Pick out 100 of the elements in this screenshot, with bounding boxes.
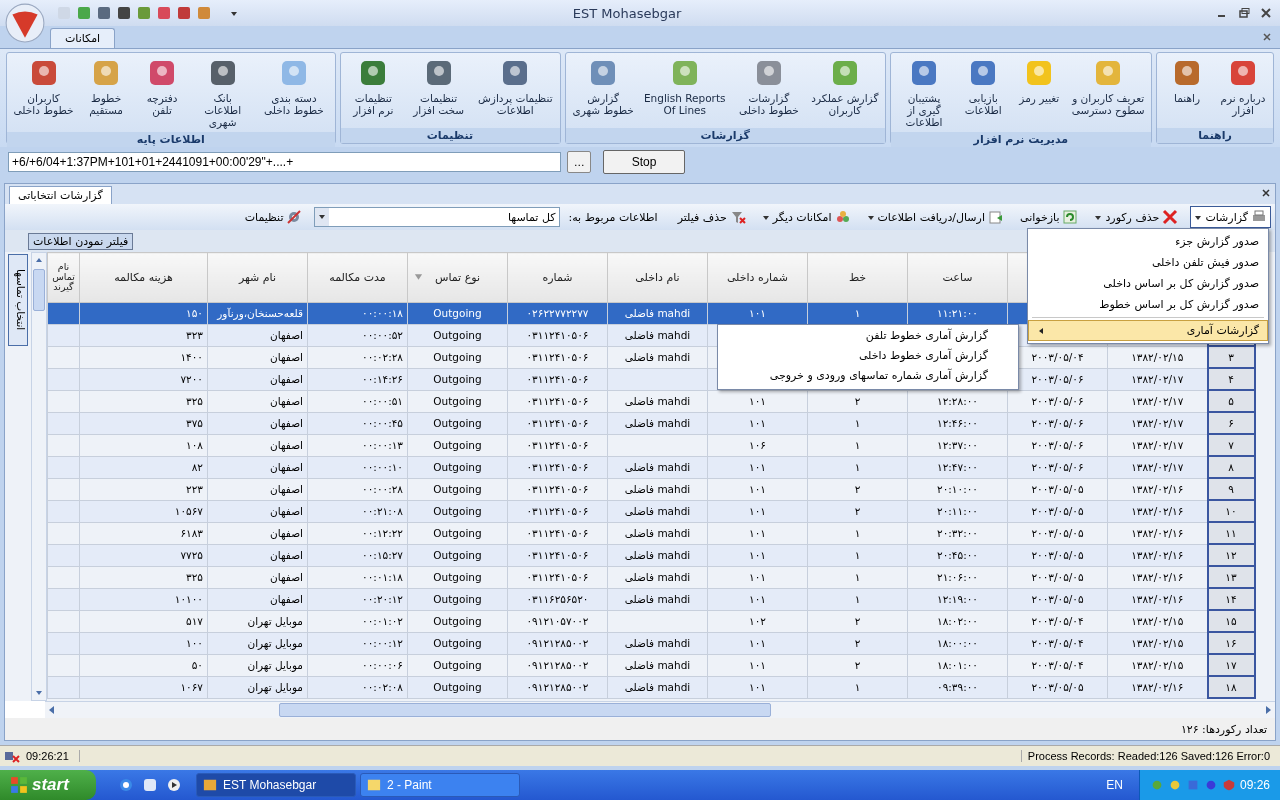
close-icon[interactable] xyxy=(1261,188,1271,198)
scope-label: اطلاعات مربوط به: xyxy=(568,210,658,224)
row-number[interactable]: ۷ xyxy=(1207,434,1255,456)
command-field[interactable]: +6/+6/04+1:37PM+101+01+2441091+00:00'29"+....+ xyxy=(8,152,561,172)
ribbon-button[interactable]: گزارش خطوط شهری xyxy=(567,55,639,126)
ribbon-button[interactable]: پشتیبان گیری از اطلاعات xyxy=(892,55,956,131)
stop-button[interactable]: Stop xyxy=(603,150,685,174)
column-header[interactable]: نام داخلی xyxy=(607,252,708,302)
row-number[interactable]: ۱۷ xyxy=(1207,654,1255,676)
table-cell: اصفهان xyxy=(207,390,308,412)
column-header[interactable]: خط xyxy=(807,252,908,302)
table-cell: ۳۲۳ xyxy=(79,324,208,346)
ribbon-button[interactable]: گزارشات خطوط داخلی xyxy=(730,55,807,126)
table-cell: ۱۰۱ xyxy=(707,412,808,434)
row-number[interactable]: ۱۰ xyxy=(1207,500,1255,522)
ribbon-tab[interactable]: امکانات xyxy=(50,28,116,48)
media-icon[interactable] xyxy=(166,777,182,793)
ribbon-button[interactable]: دفترچه تلفن xyxy=(134,55,191,131)
column-header[interactable]: نام تماس گیرند xyxy=(47,252,80,302)
ribbon-button[interactable]: تعریف کاربران و سطوح دسترسی xyxy=(1067,55,1149,131)
menu-item[interactable]: گزارش آماری خطوط تلفن xyxy=(718,327,1018,347)
ribbon-button[interactable]: درباره نرم افزار xyxy=(1215,55,1271,126)
ribbon-button[interactable]: English Reports Of Lines xyxy=(638,55,731,126)
document-tab[interactable]: گزارشات انتخاباتی xyxy=(9,186,112,204)
toolbar-icon[interactable] xyxy=(176,5,192,21)
toolbar-icon[interactable] xyxy=(116,5,132,21)
filter-button[interactable]: فیلتر نمودن اطلاعات xyxy=(28,232,134,250)
table-cell: mahdi فاضلی xyxy=(607,456,708,478)
row-number[interactable]: ۱۸ xyxy=(1207,676,1255,698)
menu-item[interactable]: صدور گزارش جزء xyxy=(1028,231,1268,252)
scrollbar-thumb[interactable] xyxy=(279,703,771,717)
row-number[interactable]: ۵ xyxy=(1207,390,1255,412)
ribbon-button[interactable]: کاربران خطوط داخلی xyxy=(9,55,79,131)
table-cell xyxy=(47,324,80,346)
table-cell: ۲ xyxy=(807,478,908,500)
more-options-button[interactable]: امکانات دیگر xyxy=(757,206,855,228)
row-number[interactable]: ۹ xyxy=(1207,478,1255,500)
ribbon-button[interactable]: بانک اطلاعات شهری xyxy=(190,55,256,131)
column-header[interactable]: شماره داخلی xyxy=(707,252,808,302)
menu-item[interactable]: گزارشات آماری xyxy=(1028,320,1268,341)
reload-button[interactable]: بازخوانی xyxy=(1015,206,1083,228)
settings-button[interactable]: تنظیمات xyxy=(240,206,307,228)
table-cell: ۱۲:۱۹:۰۰ xyxy=(907,588,1008,610)
caret-icon xyxy=(1194,213,1203,221)
menu-item[interactable]: صدور گزارش کل بر اساس داخلی xyxy=(1028,273,1268,294)
table-cell: ۲۰:۴۵:۰۰ xyxy=(907,544,1008,566)
row-number[interactable]: ۱۳ xyxy=(1207,566,1255,588)
delete-record-button[interactable]: حذف رکورد xyxy=(1090,206,1183,228)
group-title: راهنما xyxy=(1157,128,1273,143)
toolbar-icon[interactable] xyxy=(156,5,172,21)
scrollbar-thumb[interactable] xyxy=(33,269,45,311)
row-number[interactable]: ۱۵ xyxy=(1207,610,1255,632)
window-icon xyxy=(367,778,381,792)
close-icon[interactable] xyxy=(1262,32,1272,42)
send-receive-button[interactable]: ارسال/دریافت اطلاعات xyxy=(862,206,1008,228)
ribbon-button[interactable]: تنظیمات نرم افزار xyxy=(342,55,405,126)
column-header[interactable]: هزینه مکالمه xyxy=(79,252,208,302)
remove-filter-button[interactable]: حذف فیلتر xyxy=(673,206,750,228)
language-indicator[interactable]: EN xyxy=(1090,778,1139,792)
app-icon[interactable] xyxy=(142,777,158,793)
table-cell: ۱۳۸۲/۰۲/۱۶ xyxy=(1107,566,1208,588)
ribbon-button[interactable]: تنظیمات پردازش اطلاعات xyxy=(473,55,558,126)
menu-item[interactable]: صدور گزارش کل بر اساس خطوط xyxy=(1028,294,1268,315)
browser-icon[interactable] xyxy=(118,777,134,793)
customize-caret-icon[interactable] xyxy=(230,9,238,17)
table-cell: ۲۰۰۳/۰۵/۰۶ xyxy=(1007,412,1108,434)
row-number[interactable]: ۱۴ xyxy=(1207,588,1255,610)
row-number[interactable]: ۶ xyxy=(1207,412,1255,434)
table-cell: ۱۰۰ xyxy=(79,632,208,654)
ribbon-button[interactable]: دسته بندی خطوط داخلی xyxy=(255,55,333,131)
column-header[interactable]: نام شهر xyxy=(207,252,308,302)
row-number[interactable]: ۱۶ xyxy=(1207,632,1255,654)
side-tab[interactable]: انتخاب تماسها xyxy=(8,254,28,346)
ribbon-button[interactable]: بازیابی اطلاعات xyxy=(955,55,1012,131)
browse-button[interactable]: ... xyxy=(567,151,591,173)
toolbar-icon[interactable] xyxy=(96,5,112,21)
ribbon-button[interactable]: راهنما xyxy=(1159,55,1215,126)
horizontal-scrollbar[interactable] xyxy=(45,701,1275,718)
row-number[interactable]: ۳ xyxy=(1207,346,1255,368)
ribbon-button[interactable]: تنظیمات سخت افزار xyxy=(404,55,474,126)
reports-button[interactable]: گزارشات xyxy=(1190,206,1271,228)
row-number[interactable]: ۸ xyxy=(1207,456,1255,478)
menu-item[interactable]: صدور فیش تلفن داخلی xyxy=(1028,252,1268,273)
ribbon-button[interactable]: گزارش عملکرد کاربران xyxy=(807,55,883,126)
column-header[interactable]: ساعت xyxy=(907,252,1008,302)
ribbon-button[interactable]: تغییر رمز xyxy=(1011,55,1068,131)
row-number[interactable]: ۴ xyxy=(1207,368,1255,390)
row-number[interactable]: ۱۲ xyxy=(1207,544,1255,566)
close-icon[interactable] xyxy=(1260,7,1272,19)
restore-icon[interactable] xyxy=(1238,7,1250,19)
taskbar-button[interactable]: 2 - Paint xyxy=(360,773,520,797)
table-cell xyxy=(47,302,80,324)
column-header[interactable]: مدت مکالمه xyxy=(307,252,408,302)
taskbar-button[interactable]: EST Mohasebgar xyxy=(196,773,356,797)
row-number[interactable]: ۱۱ xyxy=(1207,522,1255,544)
column-header[interactable]: شماره xyxy=(507,252,608,302)
ribbon-button[interactable]: خطوط مستقیم xyxy=(78,55,135,131)
vertical-scrollbar[interactable] xyxy=(31,252,47,701)
column-header[interactable]: نوع تماس xyxy=(407,252,508,302)
scope-dropdown[interactable]: کل تماسها xyxy=(314,207,561,227)
